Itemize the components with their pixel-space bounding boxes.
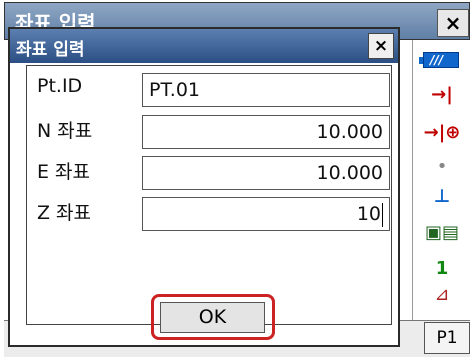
dialog-title: 좌표 입력: [16, 40, 85, 60]
z-coord-input[interactable]: 10: [142, 197, 390, 231]
app-window: 좌표 입력 × /// →| →|⊕ • ⊥ ▣▤ 1 ⊿ P1 좌표 입력 ×…: [0, 0, 474, 358]
status-sidebar: /// →| →|⊕ • ⊥ ▣▤ 1 ⊿: [412, 40, 471, 320]
e-coord-label: E 좌표: [37, 161, 91, 183]
device-connection-icon[interactable]: ▣▤: [413, 222, 471, 243]
battery-icon: ///: [419, 52, 459, 68]
dot-icon[interactable]: •: [413, 156, 471, 177]
channel-icon[interactable]: 1: [413, 258, 471, 279]
pt-id-label: Pt.ID: [37, 75, 83, 97]
instrument-height-icon[interactable]: ⊥: [413, 186, 471, 207]
target-mark-plus-icon[interactable]: →|⊕: [413, 122, 471, 143]
field-panel: Pt.ID PT.01 N 좌표 10.000 E 좌표 10.000 Z 좌표…: [26, 65, 392, 325]
target-mark-icon[interactable]: →|: [413, 84, 471, 105]
n-coord-input[interactable]: 10.000: [142, 115, 390, 149]
background-close-button[interactable]: ×: [437, 9, 469, 37]
page-p1-button[interactable]: P1: [424, 322, 470, 354]
e-coord-input[interactable]: 10.000: [142, 156, 390, 190]
n-coord-label: N 좌표: [37, 120, 93, 142]
z-coord-label: Z 좌표: [37, 202, 92, 224]
coordinate-input-dialog: 좌표 입력 × Pt.ID PT.01 N 좌표 10.000 E 좌표 10.…: [8, 27, 400, 347]
prism-icon[interactable]: ⊿: [413, 284, 471, 305]
battery-level-label: ///: [430, 53, 444, 67]
dialog-close-button[interactable]: ×: [368, 33, 394, 59]
ok-highlight-frame: OK: [151, 294, 275, 340]
ok-button[interactable]: OK: [160, 302, 265, 333]
dialog-titlebar: 좌표 입력 ×: [10, 29, 398, 63]
pt-id-input[interactable]: PT.01: [142, 73, 390, 107]
text-caret: [382, 202, 383, 227]
z-coord-value: 10: [356, 203, 381, 225]
